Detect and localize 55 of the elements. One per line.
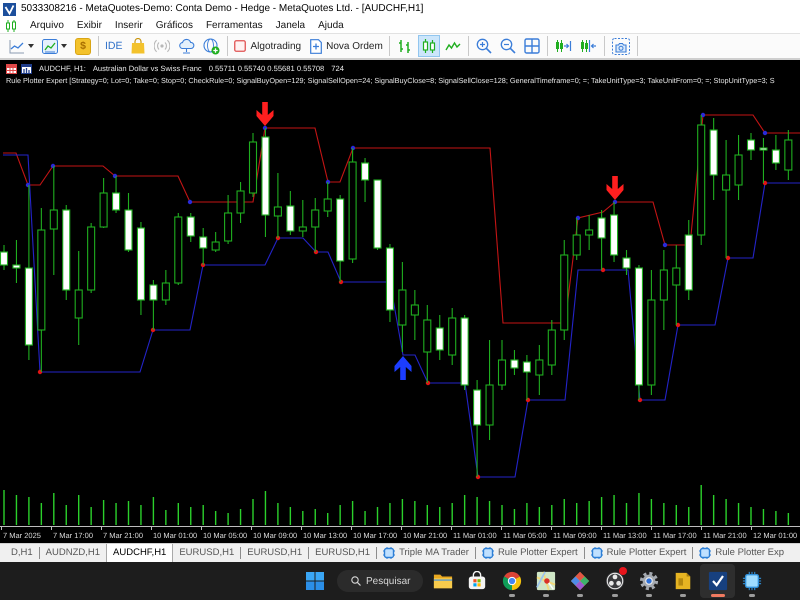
- menu-item[interactable]: Inserir: [114, 20, 143, 30]
- table-icon: [6, 64, 17, 74]
- bar-chart-icon: [396, 38, 413, 54]
- camera-icon: [612, 38, 630, 54]
- chart-tab[interactable]: EURUSD,H1: [309, 544, 376, 562]
- chart-tab[interactable]: D,H1: [5, 544, 39, 562]
- new-order-button[interactable]: Nova Ordem: [307, 35, 386, 57]
- globe-plus-icon: [202, 38, 220, 54]
- menu-item[interactable]: Gráficos: [156, 20, 193, 30]
- chip-icon: [482, 547, 494, 559]
- shopping-bag-icon: [130, 38, 145, 54]
- menu-item[interactable]: Arquivo: [30, 20, 64, 30]
- chart-tab[interactable]: AUDNZD,H1: [40, 544, 106, 562]
- checkmark-app-button[interactable]: [700, 564, 735, 598]
- caret-icon: [61, 44, 67, 48]
- chart-tab[interactable]: Triple MA Trader: [377, 544, 475, 562]
- menu-item[interactable]: Janela: [276, 20, 306, 30]
- up-arrow-icon: [394, 356, 412, 380]
- candlestick-button[interactable]: [418, 35, 440, 57]
- algotrading-button[interactable]: Algotrading: [230, 35, 304, 57]
- search-icon: [351, 576, 361, 586]
- circle-dots-icon: [604, 571, 625, 591]
- line-chart-icon: [9, 38, 25, 54]
- chart-tab[interactable]: EURUSD,H1: [173, 544, 240, 562]
- ide-button[interactable]: IDE: [102, 35, 126, 57]
- menu-item[interactable]: Exibir: [76, 20, 102, 30]
- window-title: 5033308216 - MetaQuotes-Demo: Conta Demo - Hedge - MetaQuotes Ltd. - [AUDCHF,H1]: [21, 4, 424, 14]
- zoom-in-icon: [476, 38, 492, 54]
- menu-item[interactable]: Ferramentas: [206, 20, 263, 30]
- down-arrow-icon: [256, 102, 274, 126]
- candlestick-icon: [420, 38, 437, 54]
- chart-tab[interactable]: Rule Plotter Exp: [693, 544, 790, 562]
- chip-icon: [590, 547, 603, 559]
- windows-logo-icon: [306, 572, 324, 590]
- app-logo-icon: [3, 2, 16, 16]
- chart-tab[interactable]: AUDCHF,H1: [106, 544, 174, 562]
- chart-window-icon: [21, 64, 32, 74]
- caret-icon: [28, 44, 34, 48]
- down-arrow-icon: [606, 176, 624, 200]
- chart-tab[interactable]: Rule Plotter Expert: [476, 544, 584, 562]
- document-plus-icon: [310, 38, 322, 54]
- candles-arrow-right-icon: [554, 39, 572, 53]
- candles-arrow-left-icon: [580, 39, 597, 53]
- chart-tab[interactable]: Rule Plotter Expert: [584, 544, 692, 562]
- signal-icon: [154, 39, 170, 53]
- chip-icon: [699, 547, 712, 559]
- chart-tab[interactable]: EURUSD,H1: [241, 544, 308, 562]
- cloud-icon: [178, 38, 195, 54]
- grid-icon: [524, 38, 540, 54]
- chip-icon: [383, 547, 396, 559]
- search-field[interactable]: Pesquisar: [337, 570, 423, 592]
- chart-window-icon: [42, 38, 58, 54]
- zoom-out-icon: [500, 38, 516, 54]
- menu-item[interactable]: Ajuda: [318, 20, 344, 30]
- zigzag-line-icon: [444, 39, 461, 53]
